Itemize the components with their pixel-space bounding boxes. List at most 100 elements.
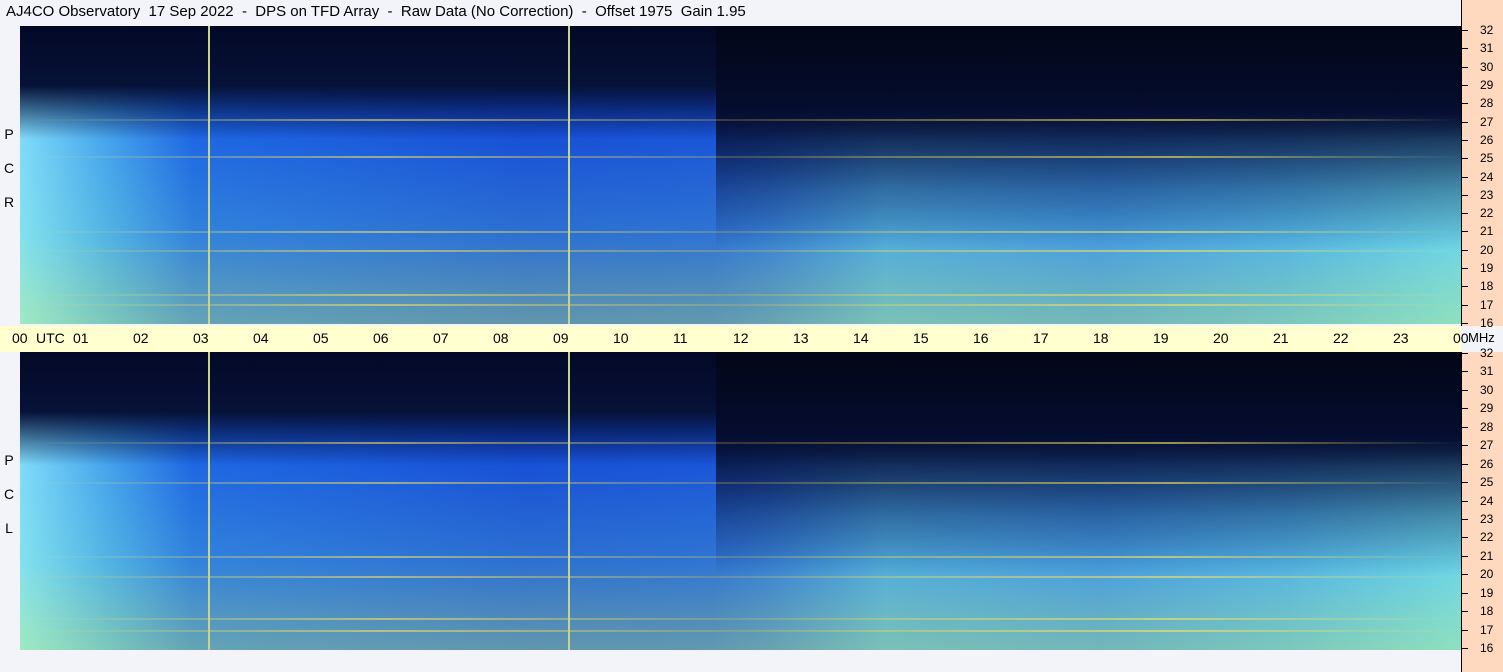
freq-tick-label: 28 bbox=[1480, 96, 1494, 111]
polarization-label-bottom: P C L bbox=[0, 452, 18, 554]
time-label: 22 bbox=[1333, 330, 1349, 346]
freq-tick-label: 23 bbox=[1480, 511, 1494, 526]
freq-tick-label: 22 bbox=[1480, 530, 1494, 545]
time-label: 18 bbox=[1093, 330, 1109, 346]
rfi-band bbox=[20, 156, 1461, 158]
rfi-band bbox=[20, 231, 1461, 233]
freq-tick bbox=[1462, 408, 1468, 410]
freq-tick bbox=[1462, 389, 1468, 391]
freq-tick-label: 32 bbox=[1480, 346, 1494, 360]
time-label: 03 bbox=[193, 330, 209, 346]
frequency-axis-top: 32 31 30 29 28 27 26 25 24 23 22 21 20 19 18 17 16 bbox=[1461, 0, 1503, 330]
timing-marker-line bbox=[568, 352, 570, 650]
time-label: 01 bbox=[73, 330, 89, 346]
freq-tick bbox=[1462, 463, 1468, 465]
freq-tick bbox=[1462, 537, 1468, 539]
freq-tick bbox=[1462, 518, 1468, 520]
time-label: 23 bbox=[1393, 330, 1409, 346]
time-label-utc: UTC bbox=[36, 330, 65, 346]
rfi-band bbox=[20, 556, 1461, 558]
time-axis-strip: 00 UTC 01 02 03 04 05 06 07 08 09 10 11 … bbox=[0, 326, 1469, 352]
freq-tick-label: 29 bbox=[1480, 77, 1494, 92]
time-label: 04 bbox=[253, 330, 269, 346]
freq-tick bbox=[1462, 84, 1468, 86]
freq-tick-label: 19 bbox=[1480, 261, 1494, 276]
freq-tick-label: 31 bbox=[1480, 41, 1494, 56]
freq-tick bbox=[1462, 371, 1468, 373]
freq-tick-label: 26 bbox=[1480, 132, 1494, 147]
night-dark-region bbox=[716, 352, 1461, 650]
freq-tick bbox=[1462, 304, 1468, 306]
freq-tick-label: 27 bbox=[1480, 438, 1494, 453]
freq-tick bbox=[1462, 48, 1468, 50]
freq-tick-label: 19 bbox=[1480, 585, 1494, 600]
time-label: 21 bbox=[1273, 330, 1289, 346]
rfi-band bbox=[20, 482, 1461, 484]
time-label: 10 bbox=[613, 330, 629, 346]
freq-tick-label: 30 bbox=[1480, 59, 1494, 74]
freq-tick bbox=[1462, 353, 1468, 354]
freq-tick-label: 18 bbox=[1480, 604, 1494, 619]
time-label: 07 bbox=[433, 330, 449, 346]
time-label: 09 bbox=[553, 330, 569, 346]
freq-tick bbox=[1462, 574, 1468, 576]
freq-tick bbox=[1462, 323, 1468, 324]
freq-tick bbox=[1462, 500, 1468, 502]
freq-tick bbox=[1462, 482, 1468, 484]
freq-tick-label: 21 bbox=[1480, 548, 1494, 563]
freq-tick-label: 16 bbox=[1480, 641, 1494, 655]
freq-tick bbox=[1462, 139, 1468, 141]
rfi-band bbox=[20, 294, 1461, 296]
pol-letter: C bbox=[3, 486, 15, 502]
freq-tick-label: 32 bbox=[1480, 23, 1494, 37]
rfi-band bbox=[20, 442, 1461, 444]
rfi-band bbox=[20, 304, 1461, 306]
freq-tick bbox=[1462, 249, 1468, 251]
freq-tick bbox=[1462, 426, 1468, 428]
freq-tick-label: 29 bbox=[1480, 401, 1494, 416]
frequency-unit-label: MHz bbox=[1468, 330, 1495, 345]
freq-tick-label: 18 bbox=[1480, 279, 1494, 294]
rfi-band bbox=[20, 119, 1461, 121]
time-label: 17 bbox=[1033, 330, 1049, 346]
freq-tick-label: 21 bbox=[1480, 224, 1494, 239]
freq-tick bbox=[1462, 158, 1468, 160]
freq-tick bbox=[1462, 66, 1468, 68]
freq-tick bbox=[1462, 121, 1468, 123]
pol-letter: L bbox=[5, 520, 13, 536]
pol-letter: R bbox=[3, 194, 15, 210]
freq-tick bbox=[1462, 629, 1468, 631]
time-label: 00 bbox=[12, 330, 28, 346]
freq-tick-label: 25 bbox=[1480, 475, 1494, 490]
freq-tick bbox=[1462, 286, 1468, 288]
freq-tick bbox=[1462, 176, 1468, 178]
rfi-band bbox=[20, 576, 1461, 578]
freq-tick bbox=[1462, 30, 1468, 31]
freq-tick-label: 26 bbox=[1480, 456, 1494, 471]
time-label: 12 bbox=[733, 330, 749, 346]
time-label: 19 bbox=[1153, 330, 1169, 346]
freq-tick-label: 20 bbox=[1480, 242, 1494, 257]
time-label: 13 bbox=[793, 330, 809, 346]
time-label: 14 bbox=[853, 330, 869, 346]
rfi-band bbox=[20, 630, 1461, 632]
freq-tick-label: 31 bbox=[1480, 364, 1494, 379]
freq-tick bbox=[1462, 213, 1468, 215]
frequency-axis-bottom: 32 31 30 29 28 27 26 25 24 23 22 21 20 19 18 17 16 bbox=[1461, 346, 1503, 672]
timing-marker-line bbox=[208, 352, 210, 650]
freq-tick-label: 23 bbox=[1480, 187, 1494, 202]
time-label: 20 bbox=[1213, 330, 1229, 346]
time-label: 08 bbox=[493, 330, 509, 346]
freq-tick bbox=[1462, 445, 1468, 447]
freq-tick-label: 28 bbox=[1480, 419, 1494, 434]
time-label: 05 bbox=[313, 330, 329, 346]
freq-tick-label: 25 bbox=[1480, 151, 1494, 166]
timing-marker-line bbox=[568, 26, 570, 324]
chart-title: AJ4CO Observatory 17 Sep 2022 - DPS on T… bbox=[6, 3, 746, 20]
freq-tick bbox=[1462, 194, 1468, 196]
freq-tick-label: 20 bbox=[1480, 567, 1494, 582]
freq-tick-label: 17 bbox=[1480, 297, 1494, 312]
time-label: 16 bbox=[973, 330, 989, 346]
freq-tick bbox=[1462, 611, 1468, 613]
time-label: 00 bbox=[1453, 330, 1469, 346]
